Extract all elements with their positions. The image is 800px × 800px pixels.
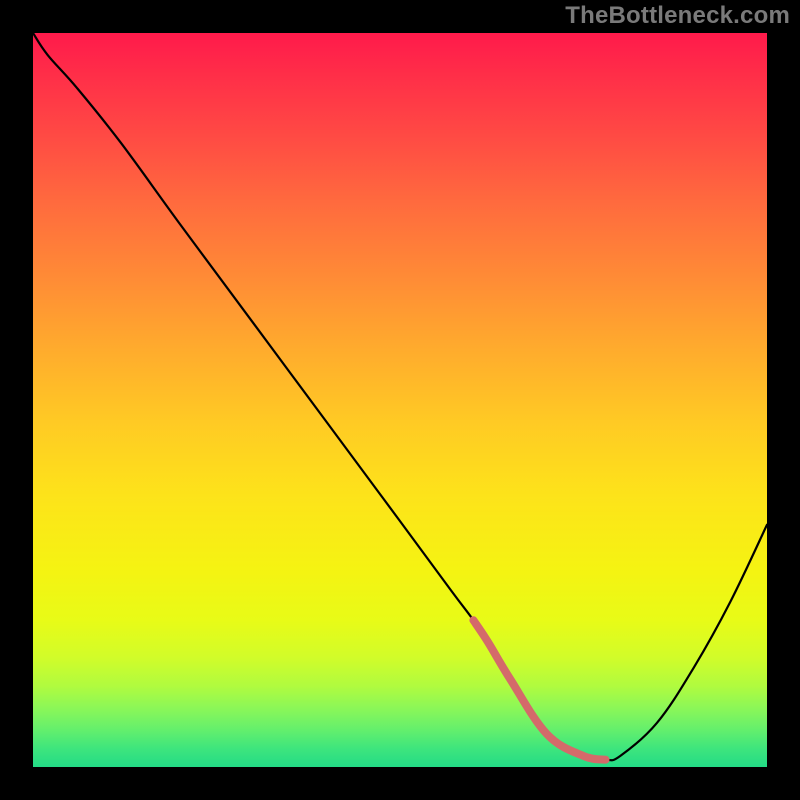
curve-layer: [33, 33, 767, 767]
flat-bottom-highlight: [473, 620, 605, 759]
chart-frame: TheBottleneck.com: [0, 0, 800, 800]
main-curve: [33, 33, 767, 760]
watermark-text: TheBottleneck.com: [565, 2, 790, 30]
plot-area: [33, 33, 767, 767]
